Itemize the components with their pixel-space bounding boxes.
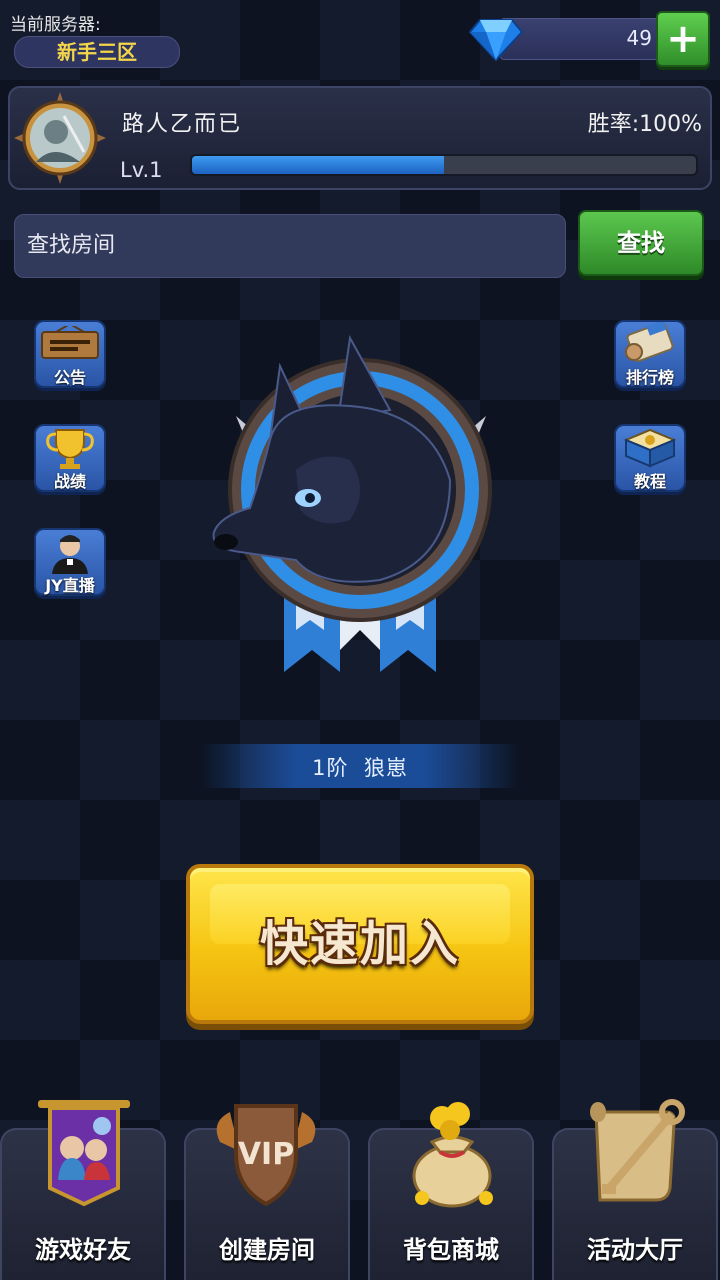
xp-bar (190, 154, 698, 176)
tutorial-label: 教程 (633, 472, 666, 491)
notice-board-icon (41, 326, 99, 359)
record-label: 战绩 (53, 472, 86, 491)
vip-shield-icon: VIP (206, 1092, 326, 1212)
leaderboard-label: 排行榜 (625, 368, 674, 387)
diamond-icon (468, 14, 524, 64)
avatar[interactable] (14, 92, 106, 184)
trophy-icon (46, 429, 94, 469)
scroll-icon (625, 322, 674, 362)
xp-bar-fill (192, 156, 444, 174)
book-icon (623, 428, 677, 468)
rank-title: 1阶 狼崽 (312, 756, 408, 780)
player-name: 路人乙而已 (122, 112, 243, 137)
nav-label-create-room: 创建房间 (219, 1236, 315, 1264)
quick-join-button[interactable]: 快速加入 (186, 864, 534, 1024)
nav-label-friends: 游戏好友 (35, 1236, 131, 1264)
notice-label: 公告 (53, 368, 86, 387)
win-rate: 胜率:100% (587, 112, 702, 137)
server-label: 当前服务器: (10, 15, 101, 35)
live-stream-label: JY直播 (45, 576, 95, 595)
key-scroll-icon (576, 1092, 696, 1212)
gold-bag-icon (392, 1092, 512, 1212)
room-search-input[interactable]: 查找房间 (14, 214, 566, 278)
wolf-rank-badge-icon (200, 320, 520, 690)
server-selector[interactable]: 新手三区 (14, 36, 180, 68)
streamer-icon (52, 535, 88, 574)
player-level: Lv.1 (120, 158, 163, 182)
nav-label-shop: 背包商城 (403, 1236, 499, 1264)
nav-label-events: 活动大厅 (587, 1236, 683, 1264)
search-button[interactable]: 查找 (578, 210, 704, 276)
add-gems-button[interactable]: + (656, 11, 710, 67)
gem-count: 49 (626, 26, 652, 50)
quick-join-label: 快速加入 (259, 916, 460, 972)
friends-banner-icon (24, 1092, 144, 1212)
svg-text:VIP: VIP (238, 1137, 294, 1172)
